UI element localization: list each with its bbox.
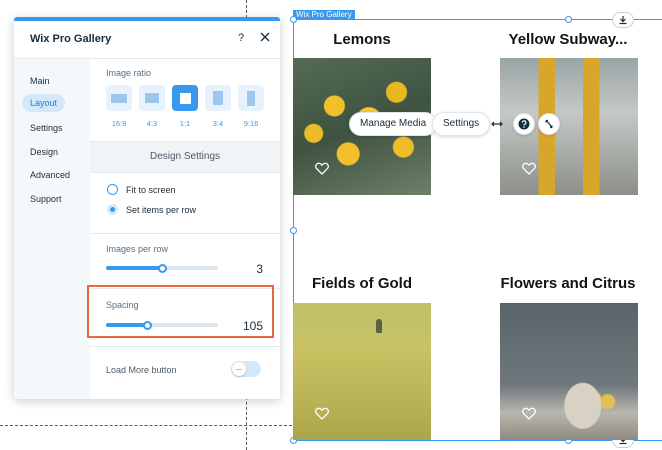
- sidebar-item-design[interactable]: Design: [22, 143, 66, 161]
- heart-icon[interactable]: [522, 162, 536, 175]
- panel-header: Wix Pro Gallery ?: [14, 21, 280, 59]
- images-per-row-value: 3: [256, 262, 263, 276]
- gallery-image-flowers[interactable]: [500, 303, 638, 440]
- resize-handle-top[interactable]: [565, 16, 572, 23]
- panel-title: Wix Pro Gallery: [30, 33, 112, 45]
- set-items-per-row-label: Set items per row: [126, 205, 197, 215]
- ratio-label: 4:3: [146, 119, 158, 128]
- resize-handle-left[interactable]: [290, 227, 297, 234]
- panel-sidebar: Main Layout Settings Design Advanced Sup…: [14, 59, 90, 399]
- sidebar-item-main[interactable]: Main: [22, 72, 58, 90]
- gallery-component-tag: Wix Pro Gallery: [293, 10, 355, 20]
- ratio-9-16-button[interactable]: [238, 85, 264, 111]
- ratio-label: 9:16: [243, 119, 259, 128]
- heart-icon[interactable]: [522, 407, 536, 420]
- resize-handle-top-left[interactable]: [290, 16, 297, 23]
- close-icon[interactable]: [259, 31, 271, 43]
- gallery-item-title: Flowers and Citrus: [500, 275, 636, 292]
- manage-media-button[interactable]: Manage Media: [349, 112, 438, 136]
- ratio-1-1-button[interactable]: [172, 85, 198, 111]
- divider: [90, 233, 280, 234]
- sidebar-item-support[interactable]: Support: [22, 190, 70, 208]
- slider-handle[interactable]: [158, 263, 167, 273]
- sidebar-item-layout[interactable]: Layout: [22, 94, 66, 112]
- panel-content: Image ratio 16:9 4:3 1:1 3:4 9:16 Design…: [90, 59, 280, 399]
- settings-button[interactable]: Settings: [432, 112, 491, 136]
- ratio-4-3-button[interactable]: [139, 85, 165, 111]
- design-settings-section[interactable]: Design Settings: [90, 141, 280, 173]
- gallery-image-fields[interactable]: [293, 303, 431, 440]
- divider: [90, 346, 280, 347]
- ratio-label: 1:1: [179, 119, 191, 128]
- images-per-row-label: Images per row: [106, 244, 169, 254]
- animation-icon[interactable]: [538, 113, 560, 135]
- set-items-per-row-radio[interactable]: [107, 204, 118, 215]
- ratio-16-9-button[interactable]: [106, 85, 132, 111]
- heart-icon[interactable]: [315, 162, 329, 175]
- load-more-toggle[interactable]: [231, 361, 261, 377]
- image-ratio-label: Image ratio: [106, 68, 152, 78]
- heart-icon[interactable]: [315, 407, 329, 420]
- sidebar-item-settings[interactable]: Settings: [22, 119, 71, 137]
- fit-to-screen-radio[interactable]: [107, 184, 118, 195]
- images-per-row-slider[interactable]: [106, 263, 218, 273]
- gallery-settings-panel: Wix Pro Gallery ? Main Layout Settings D…: [14, 17, 280, 399]
- toggle-knob: [232, 362, 246, 376]
- ratio-3-4-button[interactable]: [205, 85, 231, 111]
- slider-fill: [106, 266, 162, 270]
- sidebar-item-advanced[interactable]: Advanced: [22, 166, 78, 184]
- help-button[interactable]: ?: [238, 32, 244, 44]
- gallery-item-title: Yellow Subway...: [508, 31, 628, 48]
- gallery-item-title: Lemons: [333, 31, 391, 48]
- help-icon[interactable]: [513, 113, 535, 135]
- load-more-label: Load More button: [106, 365, 177, 375]
- layout-guide-horizontal: [0, 425, 292, 426]
- download-icon[interactable]: [612, 12, 634, 28]
- ratio-label: 3:4: [212, 119, 224, 128]
- stretch-icon[interactable]: [486, 113, 508, 135]
- gallery-item-title: Fields of Gold: [312, 275, 412, 292]
- fit-to-screen-label: Fit to screen: [126, 185, 176, 195]
- ratio-label: 16:9: [111, 119, 127, 128]
- person-figure: [375, 319, 382, 334]
- spacing-highlight-box: [87, 285, 274, 338]
